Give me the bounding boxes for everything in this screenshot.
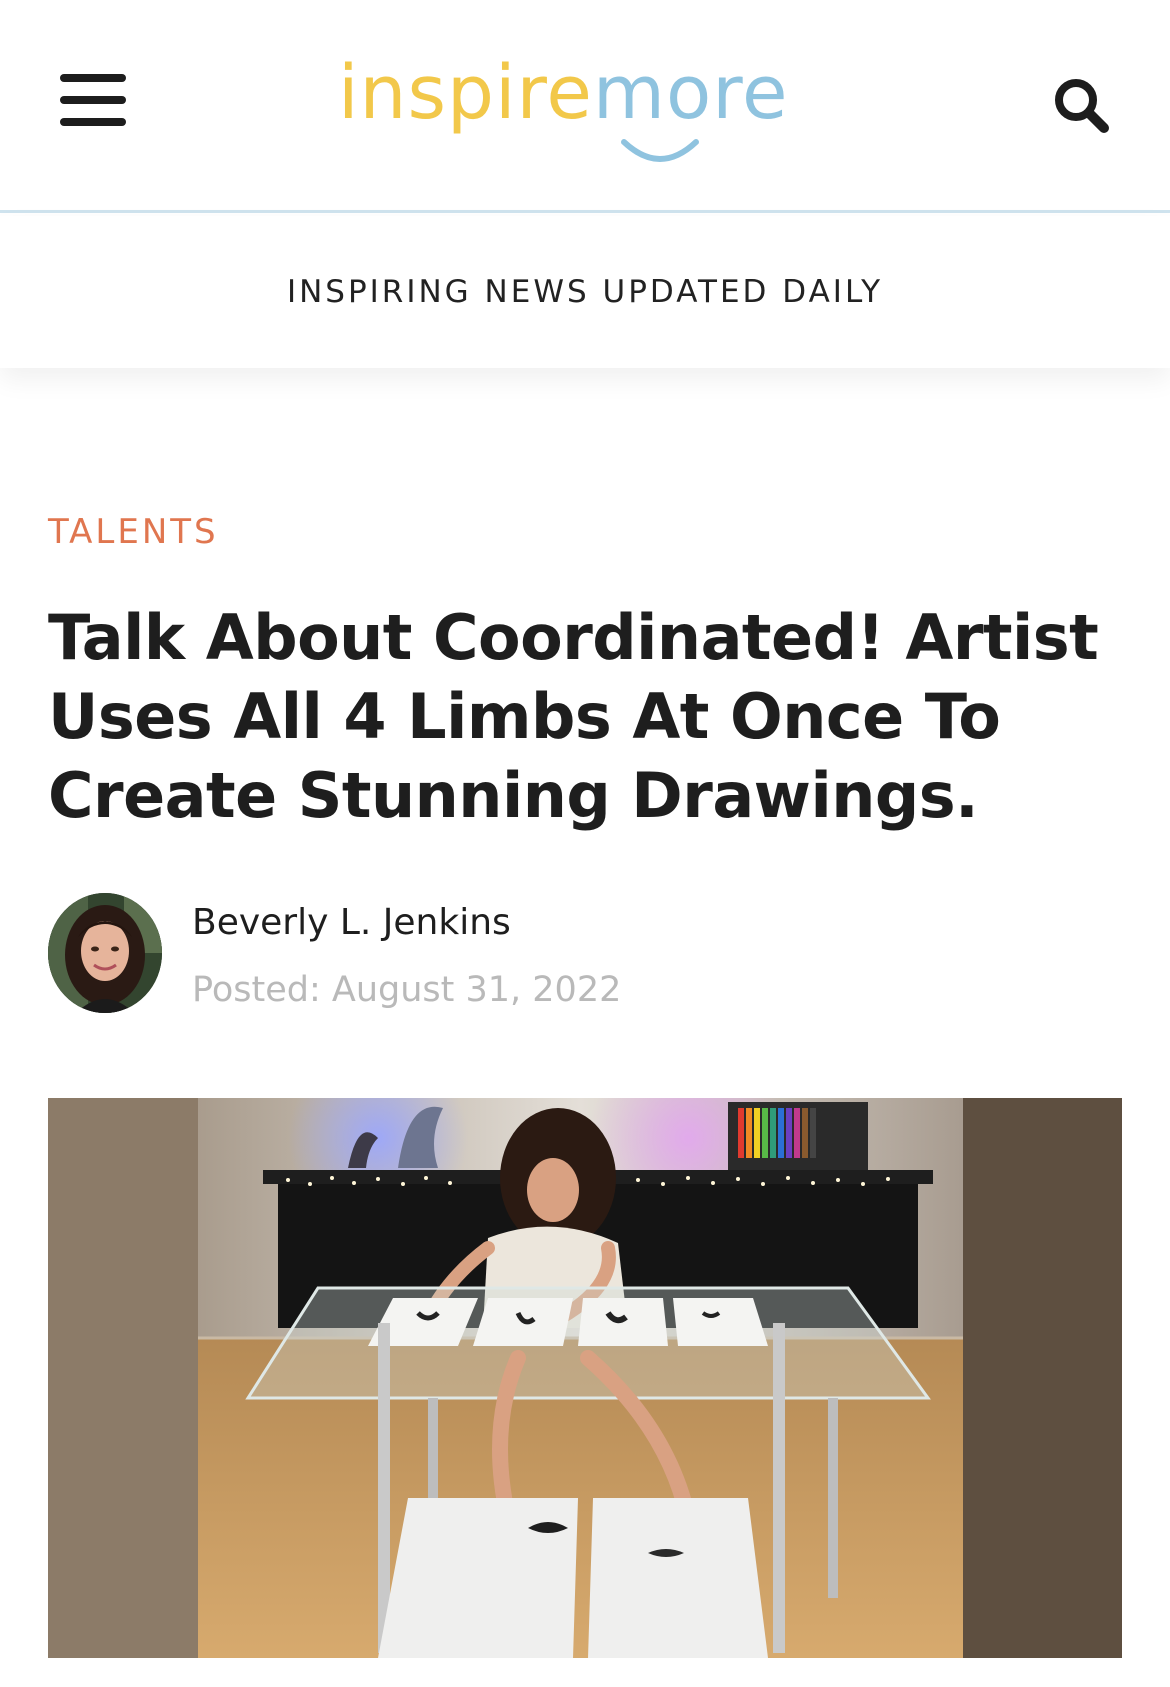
logo-text: inspiremore: [338, 56, 789, 130]
site-header: inspiremore: [0, 0, 1170, 213]
post-date: Posted: August 31, 2022: [192, 970, 622, 1010]
category-link[interactable]: TALENTS: [48, 512, 219, 552]
search-icon[interactable]: [1052, 76, 1112, 136]
logo-smile-icon: [621, 139, 699, 162]
author-photo: [48, 893, 162, 1013]
site-tagline: INSPIRING NEWS UPDATED DAILY: [286, 274, 884, 310]
logo-text-part2: more: [592, 50, 789, 136]
author-avatar[interactable]: [48, 893, 162, 1013]
hamburger-menu-icon[interactable]: [60, 74, 126, 126]
site-logo[interactable]: inspiremore: [338, 48, 838, 168]
article-hero-image[interactable]: [48, 1098, 1122, 1658]
article-title: Talk About Coordinated! Artist Uses All …: [48, 601, 1099, 832]
author-name[interactable]: Beverly L. Jenkins: [192, 902, 511, 943]
logo-text-part1: inspire: [338, 50, 593, 136]
tagline-bar: INSPIRING NEWS UPDATED DAILY: [0, 216, 1170, 368]
hero-illustration: [48, 1098, 1122, 1658]
